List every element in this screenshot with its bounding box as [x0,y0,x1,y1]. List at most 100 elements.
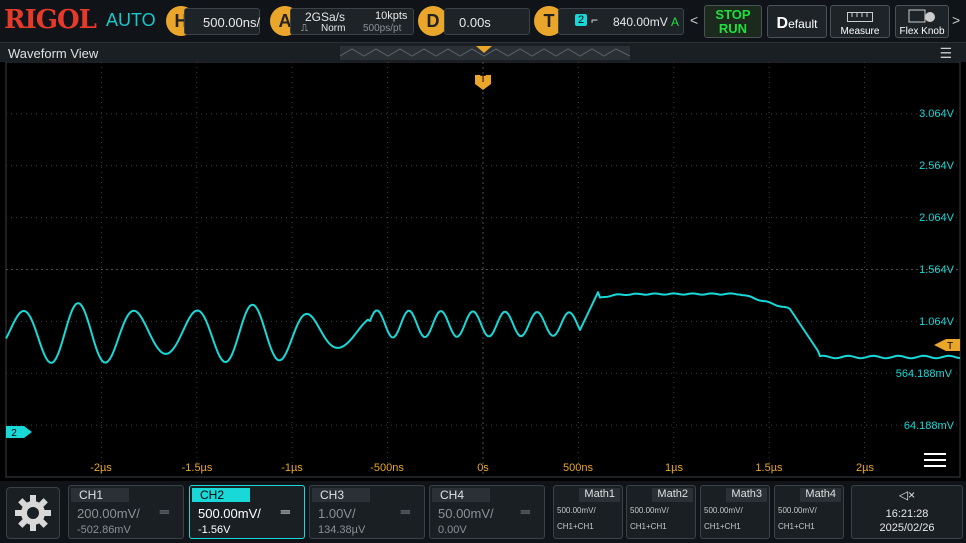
math-source: CH1+CH1 [630,522,667,531]
waveform-view-header: Waveform View ☰ [0,42,966,62]
ruler-icon [847,12,873,22]
sample-rate: 2GSa/s [305,10,346,24]
gear-icon [15,495,51,531]
math-4-panel[interactable]: Math4 500.00mV/ CH1+CH1 [774,485,844,539]
math-scale: 500.00mV/ [630,506,669,515]
time-label: -1.5µs [181,462,213,474]
trigger-source: 2 [575,14,588,26]
math-scale: 500.00mV/ [557,506,596,515]
volt-label: 2.064V [919,212,954,224]
timebase-value: 500.00ns/ [203,15,261,30]
math-1-panel[interactable]: Math1 500.00mV/ CH1+CH1 [553,485,623,539]
time-label: 500ns [563,462,593,474]
channel-offset: 0.00V [438,524,467,536]
math-source: CH1+CH1 [557,522,594,531]
time-label: -500ns [370,462,404,474]
math-scale: 500.00mV/ [704,506,743,515]
math-source: CH1+CH1 [778,522,815,531]
channel-offset: -1.56V [198,524,231,536]
rising-edge-icon: ⌐ [591,13,599,27]
chevron-right-icon[interactable]: > [952,12,960,28]
default-d: D [776,15,789,32]
math-name: Math4 [800,488,841,502]
channel-scale: 200.00mV/ [77,506,140,521]
clock-time: 16:21:28 [885,508,929,520]
top-toolbar: RIGOL AUTO H 500.00ns/ A 2GSa/s 10kpts ⎍… [0,0,966,42]
flex-knob-button[interactable]: Flex Knob [895,5,949,38]
math-name: Math3 [726,488,767,502]
channel-name: CH3 [312,488,370,502]
stop-run-button[interactable]: STOP RUN [704,5,762,38]
rigol-logo: RIGOL [4,5,97,35]
volt-label: 1.064V [919,316,954,328]
dc-coupling-icon: ═ [159,504,169,519]
channel-offset: -502.86mV [77,524,131,536]
ch2-offset-marker[interactable]: 2 [6,426,32,439]
measure-label: Measure [840,26,880,37]
math-source: CH1+CH1 [704,522,741,531]
waveform-screen[interactable]: T T 2 3.064V 2.564V 2.064V 1.564V 1.064V… [0,62,966,480]
volt-label: 1.564V [919,264,954,276]
settings-button[interactable] [6,487,60,539]
time-label: 0s [477,462,489,474]
svg-text:T: T [947,341,953,352]
hamburger-icon[interactable]: ☰ [939,45,952,62]
trigger-display[interactable]: 2 ⌐ 840.00mV A [558,8,684,35]
channel-offset: 134.38µV [318,524,366,536]
channel-1-panel[interactable]: CH1 200.00mV/ ═ -502.86mV [68,485,184,539]
flex-knob-label: Flex Knob [899,26,945,37]
auto-mode-label[interactable]: AUTO [106,10,156,31]
delay-value: 0.00s [459,15,491,30]
dc-coupling-icon: ═ [400,504,410,519]
stop-label: STOP [715,7,751,22]
default-button[interactable]: Default [767,5,827,38]
volt-label: 2.564V [919,160,954,172]
time-label: -2µs [90,462,112,474]
channel-name: CH1 [71,488,129,502]
speaker-icon[interactable]: ◁× [852,488,962,502]
waveform-view-title: Waveform View [8,46,99,61]
volt-label: 3.064V [919,108,954,120]
acquire-display[interactable]: 2GSa/s 10kpts ⎍ Norm 500ps/pt [290,8,414,35]
channel-3-panel[interactable]: CH3 1.00V/ ═ 134.38µV [309,485,425,539]
clock-date: 2025/02/26 [879,522,935,534]
default-rest: efault [788,17,818,31]
channel-scale: 50.00mV/ [438,506,494,521]
delay-display[interactable]: 0.00s [444,8,530,35]
trigger-coupling: A [671,15,680,29]
waveform-grid: T T 2 [5,62,961,478]
channel-name: CH2 [192,488,250,502]
time-label: 1µs [665,462,683,474]
trigger-level-marker[interactable]: T [934,339,960,352]
channel-4-panel[interactable]: CH4 50.00mV/ ═ 0.00V [429,485,545,539]
acq-mode: Norm [321,23,346,34]
channel-scale: 500.00mV/ [198,506,261,521]
knob-icon [908,9,935,23]
rotate-menu-icon[interactable] [924,453,946,467]
memory-overview-bar[interactable] [340,46,630,60]
acq-mode-icon: ⎍ [301,23,308,34]
bottom-status-bar: CH1 200.00mV/ ═ -502.86mV CH2 500.00mV/ … [0,481,966,543]
svg-text:T: T [480,74,486,85]
clock-panel[interactable]: ◁× 16:21:28 2025/02/26 [851,485,963,539]
timebase-display[interactable]: 500.00ns/ [184,8,260,35]
math-3-panel[interactable]: Math3 500.00mV/ CH1+CH1 [700,485,770,539]
time-label: 2µs [856,462,874,474]
channel-scale: 1.00V/ [318,506,356,521]
trigger-position-marker[interactable]: T [475,74,491,90]
chevron-left-icon[interactable]: < [690,12,698,28]
dc-coupling-icon: ═ [280,504,290,519]
time-label: 1.5µs [755,462,783,474]
channel-2-panel[interactable]: CH2 500.00mV/ ═ -1.56V [189,485,305,539]
svg-text:2: 2 [11,428,17,439]
volt-label: 64.188mV [903,420,954,432]
dc-coupling-icon: ═ [520,504,530,519]
measure-button[interactable]: Measure [830,5,890,38]
resolution: 500ps/pt [363,23,402,34]
volt-label: 564.188mV [895,368,952,380]
time-label: -1µs [281,462,303,474]
trigger-level: 840.00mV [613,15,668,29]
run-label: RUN [718,21,748,36]
math-2-panel[interactable]: Math2 500.00mV/ CH1+CH1 [626,485,696,539]
math-name: Math2 [652,488,693,502]
